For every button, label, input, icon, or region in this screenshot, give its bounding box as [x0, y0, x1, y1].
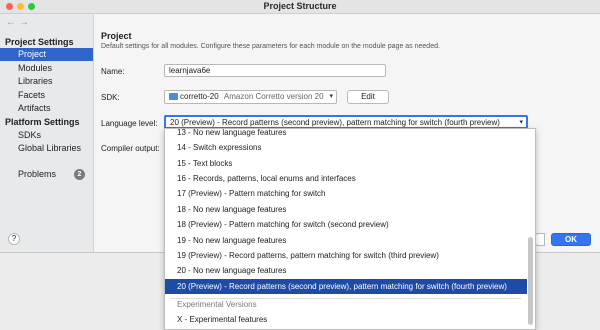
sidebar-item-project[interactable]: Project: [0, 48, 93, 61]
page-title: Project: [101, 31, 132, 41]
chevron-down-icon: ▾: [329, 93, 333, 100]
compiler-output-label: Compiler output:: [101, 144, 160, 153]
language-level-combobox[interactable]: 20 (Preview) - Record patterns (second p…: [164, 115, 528, 129]
language-level-dropdown: 13 - No new language features 14 - Switc…: [164, 128, 536, 330]
dropdown-option[interactable]: 15 - Text blocks: [165, 156, 527, 171]
dropdown-option[interactable]: 16 - Records, patterns, local enums and …: [165, 171, 527, 186]
sidebar-item-facets[interactable]: Facets: [0, 89, 93, 102]
problems-label: Problems: [18, 169, 57, 179]
forward-arrow-icon[interactable]: →: [19, 17, 32, 28]
language-level-label: Language level:: [101, 119, 158, 128]
sdk-combobox[interactable]: corretto-20 Amazon Corretto version 20 ▾: [164, 90, 337, 104]
name-label: Name:: [101, 67, 125, 76]
sdk-name: corretto-20: [180, 92, 219, 101]
dropdown-option[interactable]: 20 - No new language features: [165, 263, 527, 278]
language-level-value: 20 (Preview) - Record patterns (second p…: [170, 118, 500, 127]
dropdown-option[interactable]: 17 (Preview) - Pattern matching for swit…: [165, 186, 527, 201]
sdk-label: SDK:: [101, 93, 120, 102]
dropdown-option[interactable]: 14 - Switch expressions: [165, 140, 527, 155]
page-description: Default settings for all modules. Config…: [101, 43, 440, 50]
cancel-button-edge[interactable]: [535, 233, 545, 246]
sidebar-item-problems[interactable]: Problems 2: [0, 168, 93, 181]
folder-icon: [169, 93, 178, 101]
dropdown-option[interactable]: 13 - No new language features: [165, 129, 527, 140]
title-bar: Project Structure: [0, 0, 600, 14]
sdk-detail: Amazon Corretto version 20: [223, 92, 324, 101]
dropdown-option[interactable]: 19 - No new language features: [165, 233, 527, 248]
section-platform-settings: Platform Settings: [5, 117, 80, 127]
dropdown-option[interactable]: 18 (Preview) - Pattern matching for swit…: [165, 217, 527, 232]
dropdown-group-label: Experimental Versions: [177, 300, 257, 309]
help-button[interactable]: ?: [8, 233, 20, 245]
dropdown-option[interactable]: 19 (Preview) - Record patterns, pattern …: [165, 248, 527, 263]
sidebar-item-global-libraries[interactable]: Global Libraries: [0, 142, 93, 155]
dropdown-scrollbar[interactable]: [528, 237, 533, 325]
sidebar-item-libraries[interactable]: Libraries: [0, 75, 93, 88]
section-project-settings: Project Settings: [5, 37, 74, 47]
dropdown-option-experimental[interactable]: X - Experimental features: [165, 312, 527, 327]
window-title: Project Structure: [263, 1, 337, 11]
ok-button[interactable]: OK: [551, 233, 591, 246]
sdk-edit-button[interactable]: Edit: [347, 90, 389, 104]
sidebar: ←→ Project Settings Project Modules Libr…: [0, 14, 94, 252]
sidebar-item-modules[interactable]: Modules: [0, 62, 93, 75]
back-arrow-icon[interactable]: ←: [6, 17, 19, 28]
sidebar-item-artifacts[interactable]: Artifacts: [0, 102, 93, 115]
problems-count-badge: 2: [74, 169, 85, 180]
sidebar-item-sdks[interactable]: SDKs: [0, 129, 93, 142]
nav-arrows: ←→: [6, 17, 32, 28]
dropdown-option[interactable]: 18 - No new language features: [165, 202, 527, 217]
dropdown-separator: [171, 298, 521, 299]
dropdown-option-selected[interactable]: 20 (Preview) - Record patterns (second p…: [165, 279, 527, 294]
project-name-field[interactable]: learnjava6e: [164, 64, 386, 77]
